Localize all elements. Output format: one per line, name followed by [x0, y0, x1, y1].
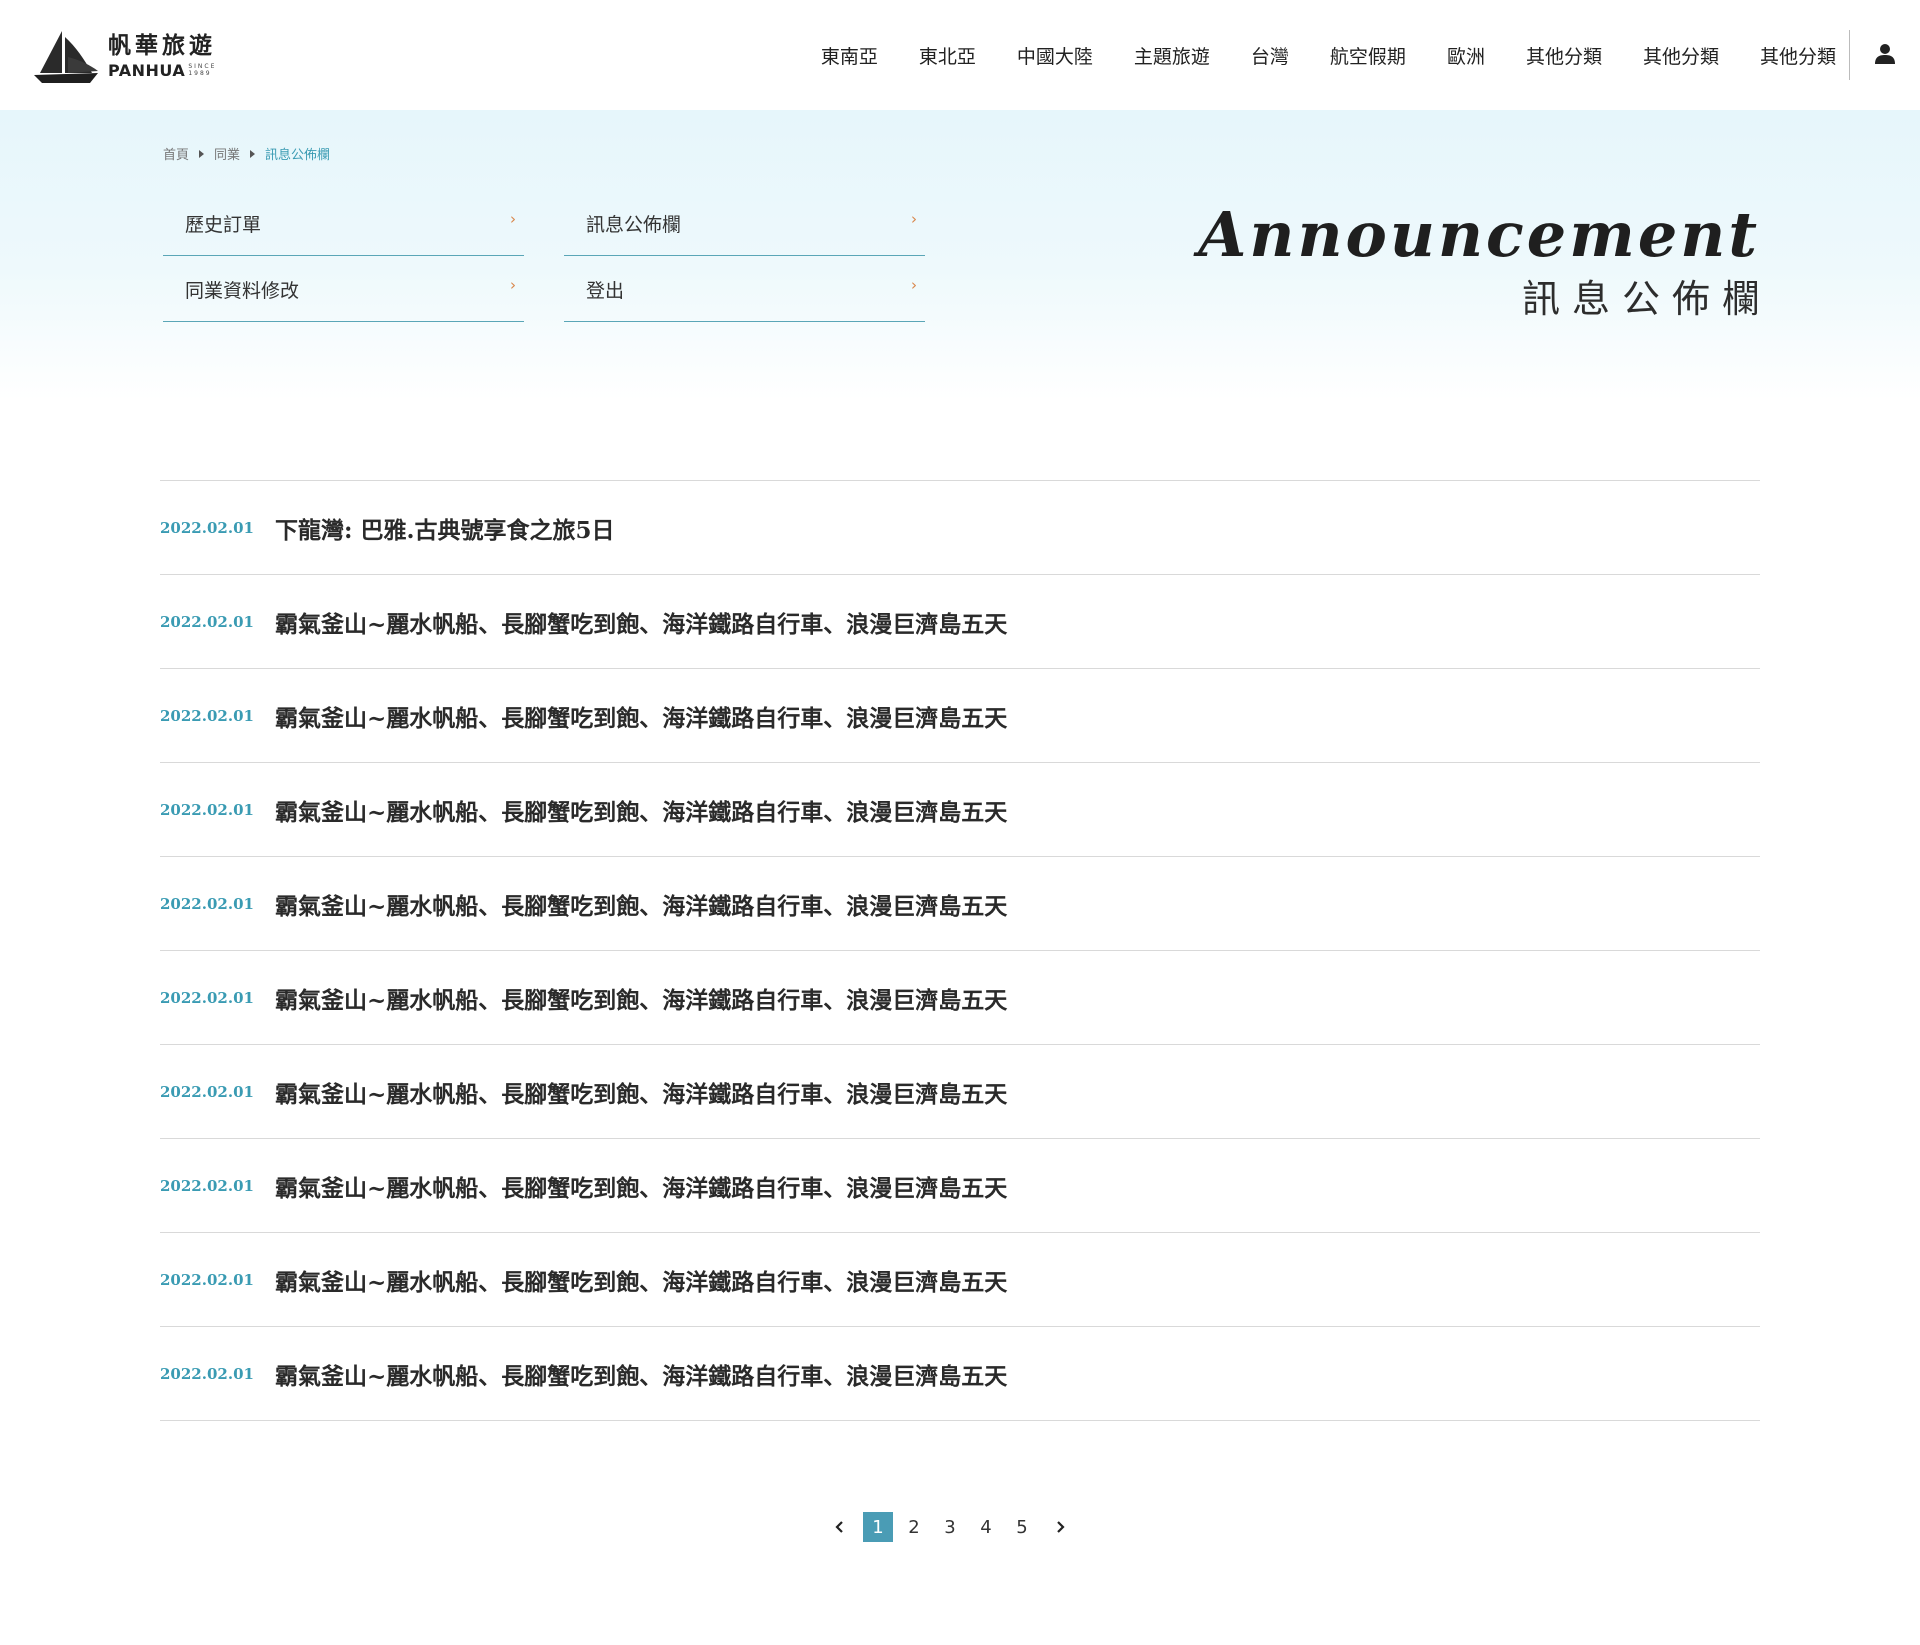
announcement-date: 2022.02.01 [160, 988, 254, 1007]
chevron-right-icon: › [510, 276, 516, 294]
announcement-date: 2022.02.01 [160, 1270, 254, 1289]
announcement-date: 2022.02.01 [160, 1364, 254, 1383]
menu-item-edit-profile[interactable]: 同業資料修改 › [163, 256, 524, 322]
brand-since-label: SINCE [188, 63, 217, 70]
page-button-1[interactable]: 1 [863, 1512, 893, 1542]
announcement-title[interactable]: 霸氣釜山~麗水帆船、長腳蟹吃到飽、海洋鐵路自行車、浪漫巨濟島五天 [275, 1075, 1007, 1109]
chevron-right-icon: › [911, 210, 917, 228]
list-item[interactable]: 2022.02.01 霸氣釜山~麗水帆船、長腳蟹吃到飽、海洋鐵路自行車、浪漫巨濟… [160, 763, 1760, 857]
pagination: 1 2 3 4 5 [820, 1510, 1080, 1544]
menu-item-label: 歷史訂單 [185, 214, 262, 236]
page-button-2[interactable]: 2 [899, 1512, 929, 1542]
list-item[interactable]: 2022.02.01 霸氣釜山~麗水帆船、長腳蟹吃到飽、海洋鐵路自行車、浪漫巨濟… [160, 669, 1760, 763]
list-item[interactable]: 2022.02.01 霸氣釜山~麗水帆船、長腳蟹吃到飽、海洋鐵路自行車、浪漫巨濟… [160, 857, 1760, 951]
list-item[interactable]: 2022.02.01 霸氣釜山~麗水帆船、長腳蟹吃到飽、海洋鐵路自行車、浪漫巨濟… [160, 1233, 1760, 1327]
page-button-5[interactable]: 5 [1007, 1512, 1037, 1542]
announcement-title[interactable]: 霸氣釜山~麗水帆船、長腳蟹吃到飽、海洋鐵路自行車、浪漫巨濟島五天 [275, 1263, 1007, 1297]
announcement-title[interactable]: 下龍灣: 巴雅.古典號享食之旅5日 [275, 511, 615, 545]
menu-item-label: 訊息公佈欄 [586, 214, 682, 236]
announcement-date: 2022.02.01 [160, 1082, 254, 1101]
list-item[interactable]: 2022.02.01 霸氣釜山~麗水帆船、長腳蟹吃到飽、海洋鐵路自行車、浪漫巨濟… [160, 575, 1760, 669]
menu-item-logout[interactable]: 登出 › [564, 256, 925, 322]
nav-item-china[interactable]: 中國大陸 [1017, 42, 1093, 69]
brand-name-en: PANHUA [108, 60, 186, 80]
caret-right-icon [199, 149, 205, 158]
announcement-title[interactable]: 霸氣釜山~麗水帆船、長腳蟹吃到飽、海洋鐵路自行車、浪漫巨濟島五天 [275, 1357, 1007, 1391]
nav-item-taiwan[interactable]: 台灣 [1251, 42, 1289, 69]
breadcrumb: 首頁 同業 訊息公佈欄 [163, 144, 330, 163]
page-button-3[interactable]: 3 [935, 1512, 965, 1542]
announcement-date: 2022.02.01 [160, 612, 254, 631]
announcement-date: 2022.02.01 [160, 706, 254, 725]
prev-page-button[interactable] [820, 1512, 860, 1542]
breadcrumb-home[interactable]: 首頁 [163, 144, 189, 163]
chevron-left-icon [835, 1521, 843, 1533]
list-item[interactable]: 2022.02.01 霸氣釜山~麗水帆船、長腳蟹吃到飽、海洋鐵路自行車、浪漫巨濟… [160, 1139, 1760, 1233]
announcement-list: 2022.02.01 下龍灣: 巴雅.古典號享食之旅5日 2022.02.01 … [160, 480, 1760, 1421]
brand-name-cn: 帆華旅遊 [108, 32, 216, 59]
page-button-4[interactable]: 4 [971, 1512, 1001, 1542]
breadcrumb-trade[interactable]: 同業 [214, 144, 240, 163]
nav-item-other-2[interactable]: 其他分類 [1643, 42, 1719, 69]
announcement-title[interactable]: 霸氣釜山~麗水帆船、長腳蟹吃到飽、海洋鐵路自行車、浪漫巨濟島五天 [275, 605, 1007, 639]
announcement-date: 2022.02.01 [160, 518, 254, 537]
nav-item-air-holiday[interactable]: 航空假期 [1330, 42, 1406, 69]
announcement-title[interactable]: 霸氣釜山~麗水帆船、長腳蟹吃到飽、海洋鐵路自行車、浪漫巨濟島五天 [275, 981, 1007, 1015]
page-title-en: Announcement [1198, 198, 1760, 271]
chevron-right-icon: › [911, 276, 917, 294]
chevron-right-icon [1057, 1521, 1065, 1533]
announcement-date: 2022.02.01 [160, 1176, 254, 1195]
breadcrumb-current: 訊息公佈欄 [265, 148, 331, 163]
nav-item-other-1[interactable]: 其他分類 [1526, 42, 1602, 69]
nav-item-southeast-asia[interactable]: 東南亞 [821, 42, 878, 69]
nav-item-theme-travel[interactable]: 主題旅遊 [1134, 42, 1210, 69]
announcement-title[interactable]: 霸氣釜山~麗水帆船、長腳蟹吃到飽、海洋鐵路自行車、浪漫巨濟島五天 [275, 699, 1007, 733]
announcement-title[interactable]: 霸氣釜山~麗水帆船、長腳蟹吃到飽、海洋鐵路自行車、浪漫巨濟島五天 [275, 1169, 1007, 1203]
menu-item-announcements[interactable]: 訊息公佈欄 › [564, 190, 925, 256]
menu-item-label: 同業資料修改 [185, 280, 300, 302]
menu-item-order-history[interactable]: 歷史訂單 › [163, 190, 524, 256]
nav-item-other-3[interactable]: 其他分類 [1760, 42, 1836, 69]
announcement-date: 2022.02.01 [160, 894, 254, 913]
list-item[interactable]: 2022.02.01 霸氣釜山~麗水帆船、長腳蟹吃到飽、海洋鐵路自行車、浪漫巨濟… [160, 1327, 1760, 1421]
caret-right-icon [250, 149, 256, 158]
list-item[interactable]: 2022.02.01 霸氣釜山~麗水帆船、長腳蟹吃到飽、海洋鐵路自行車、浪漫巨濟… [160, 1045, 1760, 1139]
list-item[interactable]: 2022.02.01 霸氣釜山~麗水帆船、長腳蟹吃到飽、海洋鐵路自行車、浪漫巨濟… [160, 951, 1760, 1045]
next-page-button[interactable] [1040, 1512, 1080, 1542]
list-item[interactable]: 2022.02.01 下龍灣: 巴雅.古典號享食之旅5日 [160, 481, 1760, 575]
menu-item-label: 登出 [586, 280, 625, 302]
page-title: Announcement 訊息公佈欄 [1198, 200, 1760, 322]
sailboat-logo-icon [34, 31, 98, 83]
brand-since-year: 1989 [188, 70, 212, 77]
user-icon[interactable] [1874, 43, 1896, 65]
announcement-title[interactable]: 霸氣釜山~麗水帆船、長腳蟹吃到飽、海洋鐵路自行車、浪漫巨濟島五天 [275, 887, 1007, 921]
site-header: 帆華旅遊 PANHUA SINCE 1989 東南亞 東北亞 中國大陸 主題旅遊… [0, 0, 1920, 110]
nav-item-europe[interactable]: 歐洲 [1447, 42, 1485, 69]
main-nav: 東南亞 東北亞 中國大陸 主題旅遊 台灣 航空假期 歐洲 其他分類 其他分類 其… [780, 0, 1836, 110]
nav-divider [1849, 30, 1850, 80]
brand-logo[interactable]: 帆華旅遊 PANHUA SINCE 1989 [32, 26, 232, 86]
chevron-right-icon: › [510, 210, 516, 228]
page-title-cn: 訊息公佈欄 [1521, 277, 1772, 321]
nav-item-northeast-asia[interactable]: 東北亞 [919, 42, 976, 69]
announcement-date: 2022.02.01 [160, 800, 254, 819]
announcement-title[interactable]: 霸氣釜山~麗水帆船、長腳蟹吃到飽、海洋鐵路自行車、浪漫巨濟島五天 [275, 793, 1007, 827]
